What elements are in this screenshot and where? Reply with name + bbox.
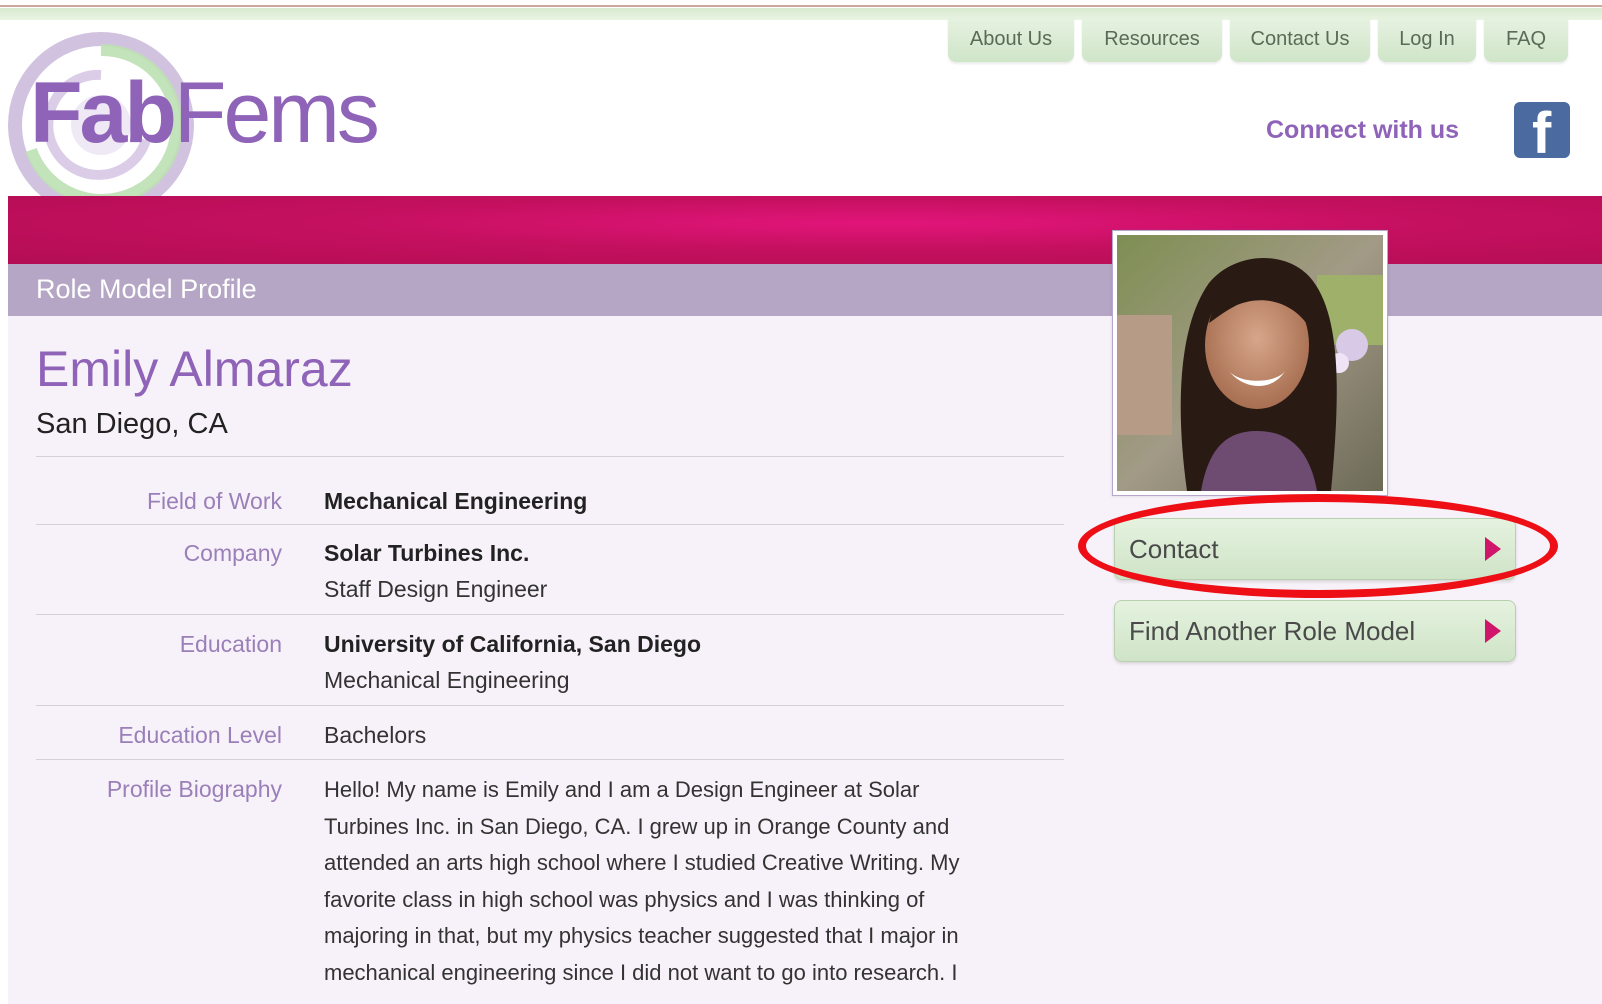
nav-about-us[interactable]: About Us — [948, 18, 1074, 62]
education-value: University of California, San Diego — [324, 631, 702, 657]
logo-text-fems: Fems — [173, 65, 380, 161]
divider — [36, 705, 1064, 706]
nav-log-in[interactable]: Log In — [1378, 18, 1476, 62]
education-level-value: Bachelors — [324, 722, 427, 748]
logo-text-fab: Fab — [30, 65, 177, 161]
company-value: Solar Turbines Inc. — [324, 540, 530, 566]
field-of-work-value: Mechanical Engineering — [324, 488, 588, 514]
nav-contact-us[interactable]: Contact Us — [1230, 18, 1370, 62]
top-accent-line — [0, 0, 1602, 20]
biography-line: Hello! My name is Emily and I am a Desig… — [324, 777, 920, 802]
divider — [36, 614, 1064, 615]
fabfems-logo[interactable]: FabFems — [30, 70, 380, 156]
divider — [36, 456, 1064, 457]
profile-biography-text: Hello! My name is Emily and I am a Desig… — [324, 772, 1044, 991]
field-of-work-label: Field of Work — [146, 488, 282, 514]
connect-with-us-label: Connect with us — [1266, 116, 1460, 144]
nav-faq[interactable]: FAQ — [1484, 18, 1568, 62]
profile-photo — [1117, 235, 1383, 491]
biography-line: Turbines Inc. in San Diego, CA. I grew u… — [324, 813, 950, 839]
biography-line: attended an arts high school where I stu… — [324, 850, 960, 875]
contact-highlight-annotation — [1078, 494, 1558, 598]
education-level-label: Education Level — [118, 722, 282, 748]
profile-photo-frame — [1112, 230, 1388, 496]
find-another-role-model-label: Find Another Role Model — [1129, 616, 1416, 646]
facebook-icon[interactable]: f — [1514, 102, 1570, 158]
divider — [36, 524, 1064, 525]
arrow-right-icon — [1485, 619, 1501, 643]
profile-biography-label: Profile Biography — [106, 776, 282, 802]
biography-line: favorite class in high school was physic… — [324, 886, 925, 912]
find-another-role-model-button[interactable]: Find Another Role Model — [1114, 600, 1516, 662]
biography-line: mechanical engineering since I did not w… — [324, 959, 958, 985]
job-title-value: Staff Design Engineer — [324, 576, 548, 602]
profile-location: San Diego, CA — [36, 408, 228, 440]
biography-line: majoring in that, but my physics teacher… — [324, 923, 959, 948]
nav-resources[interactable]: Resources — [1082, 18, 1222, 62]
section-title: Role Model Profile — [36, 274, 257, 304]
company-label: Company — [183, 540, 282, 566]
education-major-value: Mechanical Engineering — [324, 667, 570, 693]
divider — [36, 759, 1064, 760]
profile-name: Emily Almaraz — [36, 341, 353, 397]
education-label: Education — [179, 631, 282, 657]
